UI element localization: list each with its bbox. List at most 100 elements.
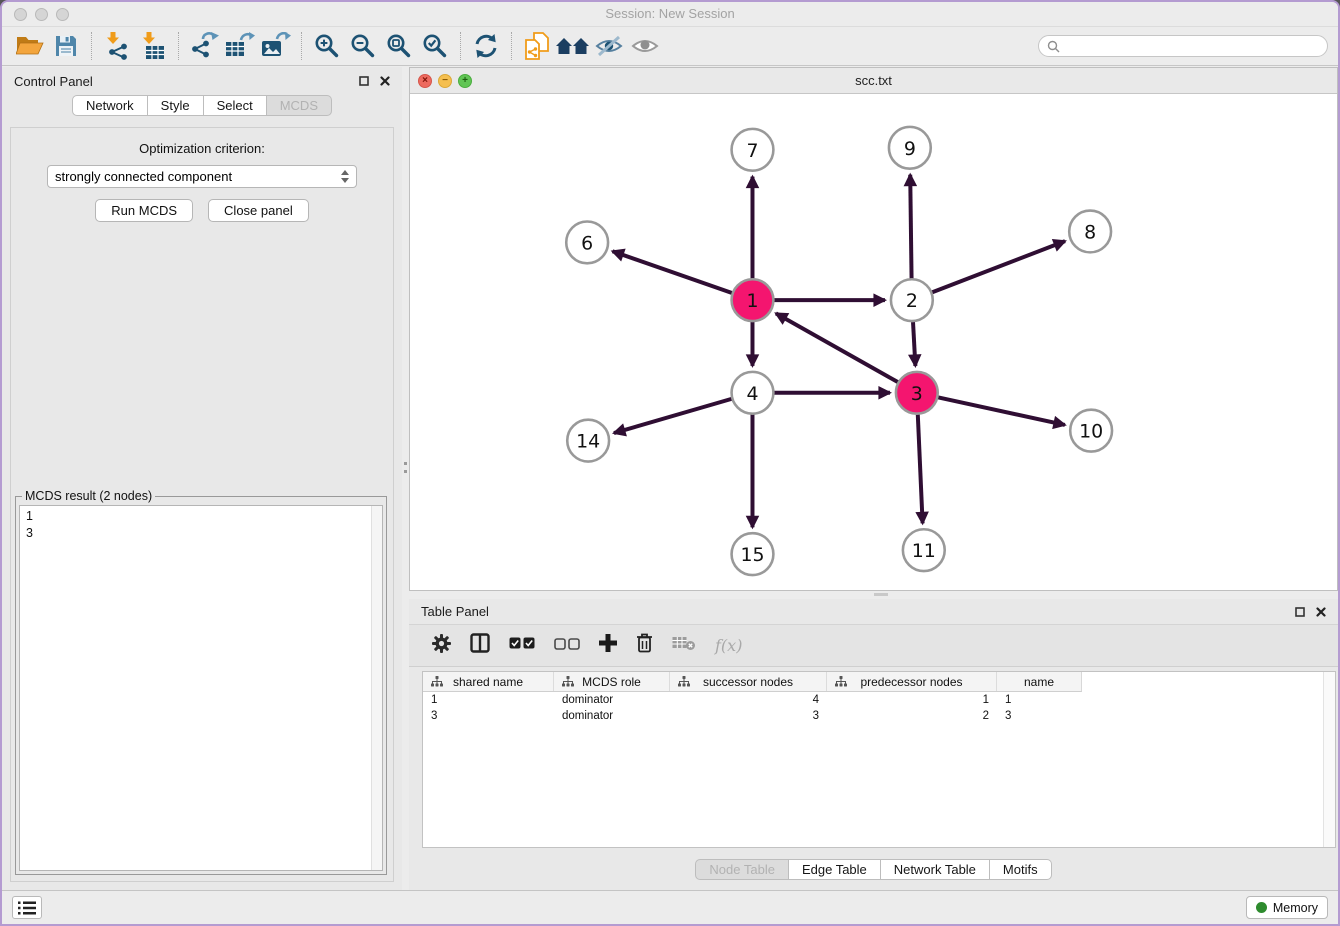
main-toolbar xyxy=(2,27,1338,66)
select-all-button[interactable] xyxy=(509,637,535,655)
delete-column-button[interactable] xyxy=(636,633,653,658)
tab-mcds[interactable]: MCDS xyxy=(267,95,332,116)
close-panel-icon[interactable] xyxy=(380,76,390,86)
deselect-all-button[interactable] xyxy=(554,637,580,655)
tab-node-table[interactable]: Node Table xyxy=(695,859,789,880)
refresh-button[interactable] xyxy=(468,30,504,62)
status-bar: Memory xyxy=(2,890,1338,924)
memory-button[interactable]: Memory xyxy=(1246,896,1328,919)
edge-3-10[interactable] xyxy=(937,397,1065,425)
function-builder-button[interactable]: f(x) xyxy=(715,636,742,655)
search-box[interactable] xyxy=(1038,35,1328,57)
node-label-6: 6 xyxy=(581,232,593,254)
export-table-icon xyxy=(225,32,255,60)
table-row[interactable]: 3dominator323 xyxy=(423,708,1335,724)
result-scrollbar[interactable] xyxy=(371,506,382,870)
zoom-fit-button[interactable] xyxy=(381,30,417,62)
zoom-in-button[interactable] xyxy=(309,30,345,62)
close-panel-button[interactable]: Close panel xyxy=(208,199,309,222)
column-split-icon xyxy=(470,633,490,653)
export-image-icon xyxy=(261,32,291,60)
edge-2-3[interactable] xyxy=(913,321,915,366)
close-window-button[interactable] xyxy=(14,8,27,21)
column-header-name[interactable]: name xyxy=(997,672,1081,691)
vertical-splitter[interactable] xyxy=(402,67,409,890)
control-panel-title: Control Panel xyxy=(14,74,93,89)
zoom-window-button[interactable] xyxy=(56,8,69,21)
run-mcds-button[interactable]: Run MCDS xyxy=(95,199,193,222)
tab-edge-table[interactable]: Edge Table xyxy=(789,859,881,880)
tab-network-table[interactable]: Network Table xyxy=(881,859,990,880)
app-window: Session: New Session xyxy=(0,0,1340,926)
table-toolbar: f(x) xyxy=(409,624,1338,667)
close-view-button[interactable]: × xyxy=(418,74,432,88)
tab-network[interactable]: Network xyxy=(72,95,148,116)
edge-2-8[interactable] xyxy=(931,241,1065,293)
minimize-view-button[interactable]: − xyxy=(438,74,452,88)
float-panel-icon[interactable] xyxy=(359,76,369,86)
tab-style[interactable]: Style xyxy=(148,95,204,116)
toolbar-separator xyxy=(460,32,461,60)
toolbar-separator xyxy=(511,32,512,60)
tab-select[interactable]: Select xyxy=(204,95,267,116)
export-image-button[interactable] xyxy=(258,30,294,62)
column-split-button[interactable] xyxy=(470,633,490,658)
column-header-MCDS-role[interactable]: MCDS role xyxy=(554,672,670,691)
network-file-title: scc.txt xyxy=(410,68,1337,93)
network-canvas[interactable]: 7968124314101511 xyxy=(410,94,1337,590)
node-label-14: 14 xyxy=(576,431,600,453)
mcds-result-title: MCDS result (2 nodes) xyxy=(22,489,155,503)
horizontal-splitter[interactable] xyxy=(409,591,1338,599)
home-views-button[interactable] xyxy=(555,30,591,62)
criterion-select[interactable]: strongly connected component xyxy=(47,165,357,188)
save-session-button[interactable] xyxy=(48,30,84,62)
task-history-button[interactable] xyxy=(12,896,42,919)
zoom-out-button[interactable] xyxy=(345,30,381,62)
minimize-window-button[interactable] xyxy=(35,8,48,21)
mcds-result-box[interactable]: 1 3 xyxy=(19,505,383,871)
column-header-predecessor-nodes[interactable]: predecessor nodes xyxy=(827,672,997,691)
edge-3-1[interactable] xyxy=(776,313,899,382)
show-all-button[interactable] xyxy=(627,30,663,62)
column-header-shared-name[interactable]: shared name xyxy=(423,672,554,691)
import-table-button[interactable] xyxy=(135,30,171,62)
open-folder-icon xyxy=(16,35,44,57)
table-settings-button[interactable] xyxy=(432,634,451,658)
copy-network-button[interactable] xyxy=(519,30,555,62)
table-row[interactable]: 1dominator411 xyxy=(423,692,1335,708)
network-window-controls: × − + xyxy=(418,74,472,88)
window-controls xyxy=(14,8,69,21)
hide-selected-button[interactable] xyxy=(591,30,627,62)
float-table-panel-icon[interactable] xyxy=(1295,607,1305,617)
memory-label: Memory xyxy=(1273,901,1318,915)
attribute-icon xyxy=(678,676,690,687)
close-table-panel-icon[interactable] xyxy=(1316,607,1326,617)
export-table-button[interactable] xyxy=(222,30,258,62)
network-graph: 7968124314101511 xyxy=(410,94,1337,590)
zoom-in-icon xyxy=(313,32,341,60)
table-scrollbar[interactable] xyxy=(1323,672,1335,847)
add-column-button[interactable] xyxy=(599,634,617,657)
node-label-7: 7 xyxy=(746,140,758,162)
copy-network-icon xyxy=(525,32,549,60)
delete-table-button[interactable] xyxy=(672,635,696,656)
trash-icon xyxy=(636,633,653,653)
edge-4-14[interactable] xyxy=(614,399,732,433)
open-folder-button[interactable] xyxy=(12,30,48,62)
node-table: shared nameMCDS rolesuccessor nodesprede… xyxy=(422,671,1336,848)
node-label-10: 10 xyxy=(1079,421,1103,443)
zoom-view-button[interactable]: + xyxy=(458,74,472,88)
tab-motifs[interactable]: Motifs xyxy=(990,859,1052,880)
zoom-selected-button[interactable] xyxy=(417,30,453,62)
search-input[interactable] xyxy=(1065,39,1319,53)
app-titlebar: Session: New Session xyxy=(2,2,1338,27)
zoom-out-icon xyxy=(349,32,377,60)
edge-1-6[interactable] xyxy=(613,251,733,293)
column-header-successor-nodes[interactable]: successor nodes xyxy=(670,672,827,691)
attribute-icon xyxy=(562,676,574,687)
import-network-button[interactable] xyxy=(99,30,135,62)
export-network-button[interactable] xyxy=(186,30,222,62)
node-label-15: 15 xyxy=(740,544,764,566)
edge-2-9[interactable] xyxy=(910,175,911,280)
edge-3-11[interactable] xyxy=(918,414,923,524)
